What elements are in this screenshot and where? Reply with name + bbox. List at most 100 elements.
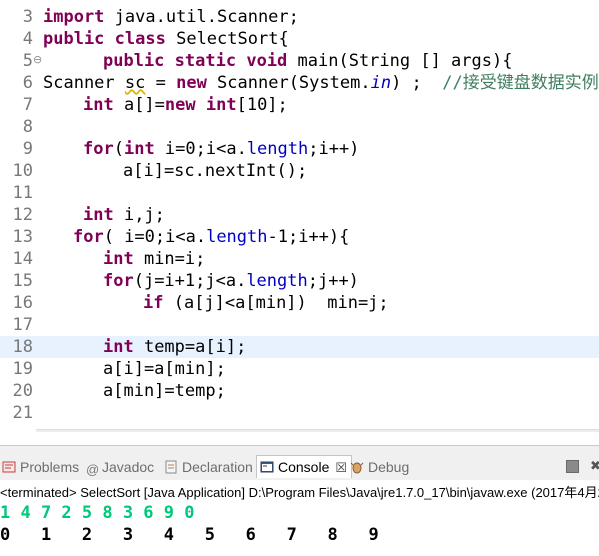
code-token: ( i=0;i<a. (103, 227, 207, 247)
code-token: public (103, 51, 165, 71)
code-line[interactable]: 18 int temp=a[i]; (0, 336, 599, 358)
code-line[interactable]: 19 a[i]=a[min]; (0, 358, 599, 380)
code-line[interactable]: 4 public class SelectSort{ (0, 28, 599, 50)
tab-declaration[interactable]: Declaration (164, 456, 253, 478)
line-number: 3 (22, 7, 33, 27)
line-number: 13 (12, 227, 33, 247)
line-number: 16 (12, 293, 33, 313)
code-line[interactable]: 9 for(int i=0;i<a.length;i++) (0, 138, 599, 160)
code-token: length (246, 139, 309, 159)
code-line[interactable]: 10 a[i]=sc.nextInt(); (0, 160, 599, 182)
code-editor[interactable]: 3 import java.util.Scanner; 4 public class … (0, 0, 599, 432)
code-token: ;j++) (307, 271, 359, 291)
console-status: <terminated> SelectSort [Java Applicatio… (0, 485, 599, 500)
code-token: ;i++) (308, 139, 360, 159)
tab-problems[interactable]: Problems (2, 456, 79, 478)
code-token: -1;i++){ (267, 227, 350, 247)
code-token: new (164, 95, 196, 115)
tab-javadoc[interactable]: @ Javadoc (86, 456, 154, 478)
code-token: static (174, 51, 237, 71)
code-token: sc (124, 73, 146, 93)
console-output-line: 0 1 2 3 4 5 6 7 8 9 (0, 525, 379, 545)
code-line[interactable]: 16 if (a[j]<a[min]) min=j; (0, 292, 599, 314)
code-text: public static void main(String [] args){ (103, 50, 512, 72)
console-input-line: 1 4 7 2 5 8 3 6 9 0 (0, 503, 195, 523)
code-line[interactable]: 21 (0, 402, 599, 424)
code-token: public (43, 29, 105, 49)
code-token: //接受键盘数据实例化Scanner对象 (442, 73, 599, 93)
scroll-left-arrow-icon[interactable]: ‹ (44, 430, 49, 432)
line-number: 8 (22, 117, 33, 137)
line-number: 19 (12, 359, 33, 379)
horizontal-scrollbar[interactable]: ‹ (36, 429, 599, 432)
code-line[interactable]: 15 for(j=i+1;j<a.length;j++) (0, 270, 599, 292)
code-text: for(j=i+1;j<a.length;j++) (103, 270, 359, 292)
line-number: 18 (12, 337, 33, 357)
line-number: 11 (12, 183, 33, 203)
code-token: (a[j]<a[min]) min=j; (163, 293, 389, 313)
tab-console[interactable]: Console ☒ (256, 455, 353, 478)
code-text: for( i=0;i<a.length-1;i++){ (73, 226, 349, 248)
tab-label: Console (278, 459, 330, 475)
code-token: java.util.Scanner; (104, 7, 299, 27)
code-line[interactable]: 20 a[min]=temp; (0, 380, 599, 402)
code-text: a[i]=sc.nextInt(); (123, 160, 307, 182)
terminate-icon[interactable] (566, 460, 579, 473)
code-token: Scanner(System. (206, 73, 371, 93)
tab-debug[interactable]: Debug (350, 456, 409, 478)
code-text: int min=i; (103, 248, 205, 270)
code-token: length (206, 227, 268, 247)
code-token: temp=a[i]; (133, 337, 247, 357)
console-icon (260, 458, 274, 473)
code-token: [10]; (236, 95, 288, 115)
tab-label: Debug (368, 459, 410, 475)
at-sign-icon: @ (86, 462, 100, 477)
code-line[interactable]: 17 (0, 314, 599, 336)
panel-tab-bar: Problems @ Javadoc Declaration Console ☒ D… (0, 446, 599, 480)
code-line[interactable]: 11 (0, 182, 599, 204)
fold-toggle-icon[interactable]: ⊖ (33, 53, 42, 66)
remove-launch-icon[interactable]: ✖ (590, 459, 599, 474)
code-line[interactable]: 12 int i,j; (0, 204, 599, 226)
code-line[interactable]: 7 int a[]=new int[10]; (0, 94, 599, 116)
code-line[interactable]: 13 for( i=0;i<a.length-1;i++){ (0, 226, 599, 248)
code-token: for (83, 139, 114, 159)
tab-label: Declaration (182, 459, 253, 475)
code-token: for (73, 227, 104, 247)
code-token: int (83, 95, 114, 115)
code-line[interactable]: 14 int min=i; (0, 248, 599, 270)
line-number: 15 (12, 271, 33, 291)
code-token: int (205, 95, 237, 115)
code-token: int (83, 205, 114, 225)
code-token: int (123, 139, 155, 159)
code-text: a[i]=a[min]; (103, 358, 226, 380)
code-line[interactable]: 5 ⊖ public static void main(String [] args… (0, 50, 599, 72)
code-token: in (370, 73, 392, 93)
code-text: int i,j; (83, 204, 165, 226)
code-token: Scanner (43, 73, 125, 93)
code-line[interactable]: 3 import java.util.Scanner; (0, 6, 599, 28)
line-number: 20 (12, 381, 33, 401)
code-token: i=0;i<a. (154, 139, 247, 159)
line-number: 14 (12, 249, 33, 269)
code-text: int temp=a[i]; (103, 336, 246, 358)
line-number: 12 (12, 205, 33, 225)
line-number: 10 (12, 161, 33, 181)
line-number: 5 (22, 51, 33, 71)
line-number: 9 (22, 139, 33, 159)
code-line[interactable]: 8 (0, 116, 599, 138)
close-icon[interactable]: ☒ (335, 460, 347, 475)
line-number: 7 (22, 95, 33, 115)
tab-label: Javadoc (102, 459, 155, 475)
code-token: a[i]=sc.nextInt(); (123, 161, 308, 181)
code-token: ) ; (391, 73, 443, 93)
code-token: for (103, 271, 134, 291)
tab-label: Problems (20, 459, 80, 475)
code-line[interactable]: 6 Scanner sc = new Scanner(System.in) ; /… (0, 72, 599, 94)
console-panel: Problems @ Javadoc Declaration Console ☒ D… (0, 445, 599, 556)
code-token: int (103, 337, 134, 357)
